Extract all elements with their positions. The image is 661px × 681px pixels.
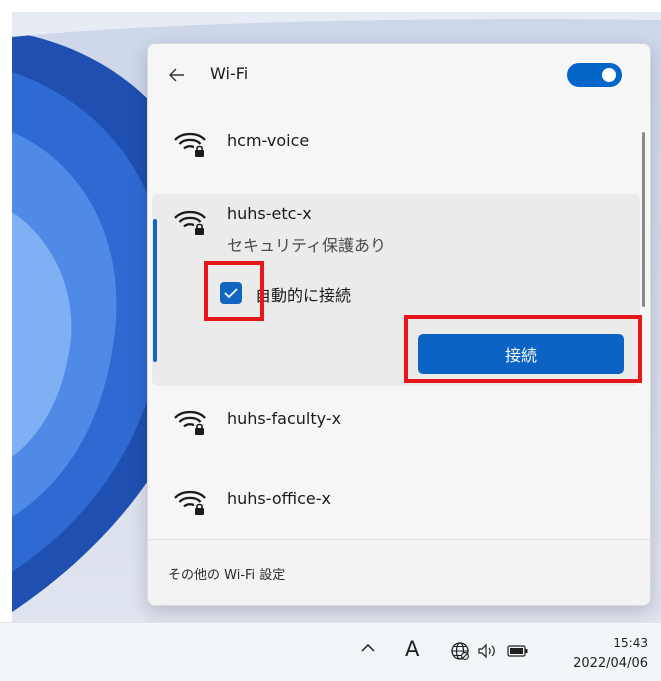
more-wifi-settings-link[interactable]: その他の Wi-Fi 設定 <box>168 564 285 583</box>
scrollbar[interactable] <box>642 132 645 307</box>
taskbar: A 15:43 2022/04/06 <box>0 622 661 681</box>
auto-connect-label[interactable]: 自動的に接続 <box>255 282 351 306</box>
wifi-lock-icon <box>174 132 206 157</box>
network-ssid: huhs-faculty-x <box>227 409 342 428</box>
highlight-box-checkbox <box>204 261 264 321</box>
system-tray-icons[interactable] <box>445 633 535 669</box>
highlight-box-connect <box>404 315 642 383</box>
network-ssid: huhs-etc-x <box>227 204 312 223</box>
network-item-huhs-office-x[interactable]: huhs-office-x <box>152 464 640 536</box>
network-item-hcm-voice[interactable]: hcm-voice <box>152 106 640 178</box>
flyout-footer: その他の Wi-Fi 設定 <box>148 539 650 605</box>
flyout-header: Wi-Fi <box>148 44 650 106</box>
clock-date[interactable]: 2022/04/06 <box>560 656 648 671</box>
speaker-icon <box>478 643 495 659</box>
chevron-up-icon[interactable] <box>361 643 375 653</box>
battery-icon <box>507 645 528 657</box>
wifi-lock-icon <box>174 490 206 515</box>
globe-icon <box>451 642 469 660</box>
page-title: Wi-Fi <box>210 64 249 83</box>
clock-time[interactable]: 15:43 <box>560 636 648 650</box>
network-item-huhs-faculty-x[interactable]: huhs-faculty-x <box>152 384 640 456</box>
wifi-toggle[interactable] <box>567 63 622 87</box>
selection-indicator <box>153 219 157 362</box>
input-indicator[interactable]: A <box>405 637 419 661</box>
wifi-lock-icon <box>174 410 206 435</box>
toggle-knob <box>602 68 616 82</box>
back-arrow-icon[interactable] <box>168 66 186 84</box>
security-status: セキュリティ保護あり <box>227 236 387 255</box>
wifi-lock-icon <box>174 210 206 235</box>
network-ssid: hcm-voice <box>227 131 310 150</box>
network-ssid: huhs-office-x <box>227 489 331 508</box>
